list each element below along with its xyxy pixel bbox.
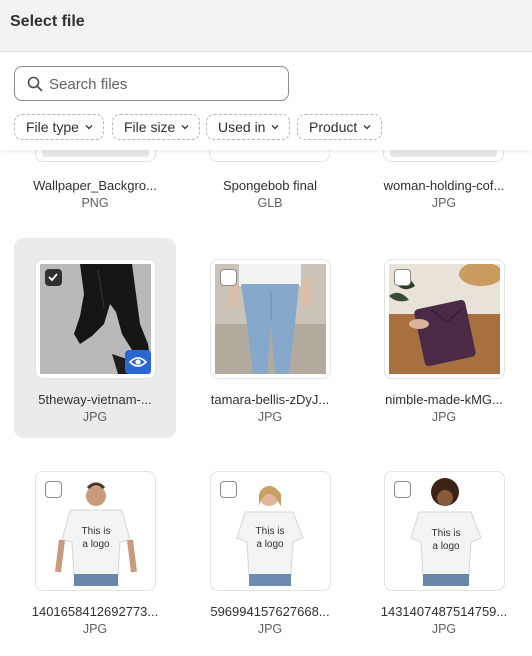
file-type: JPG — [431, 196, 457, 210]
file-checkbox[interactable] — [394, 269, 411, 286]
search-input[interactable] — [49, 73, 279, 95]
file-thumbnail[interactable]: This is a logo — [210, 471, 331, 591]
file-type: JPG — [82, 410, 108, 424]
file-name[interactable]: 1401658412692773... — [14, 604, 176, 619]
file-thumbnail[interactable] — [35, 150, 156, 162]
filter-label: Used in — [218, 119, 266, 135]
file-item[interactable]: This is a logo 1401658412692773... JPG — [14, 450, 176, 650]
filter-label: File size — [124, 119, 176, 135]
file-checkbox[interactable] — [45, 481, 62, 498]
file-checkbox[interactable] — [45, 269, 62, 286]
file-type: JPG — [257, 622, 283, 636]
tshirt-text: This is — [82, 526, 111, 537]
modal-title: Select file — [10, 13, 85, 30]
file-name[interactable]: nimble-made-kMG... — [363, 392, 525, 407]
filter-used-in[interactable]: Used in — [206, 114, 291, 140]
file-name[interactable]: Wallpaper_Backgro... — [14, 178, 176, 193]
file-checkbox[interactable] — [220, 269, 237, 286]
file-grid[interactable]: Wallpaper_Backgro... PNG Spongebob final… — [0, 150, 532, 656]
file-checkbox[interactable] — [394, 481, 411, 498]
file-thumbnail[interactable] — [35, 259, 156, 379]
file-thumbnail[interactable] — [210, 259, 331, 379]
file-thumbnail[interactable]: This is a logo — [35, 471, 156, 591]
file-name[interactable]: Spongebob final — [189, 178, 351, 193]
search-icon — [27, 76, 43, 92]
file-item[interactable]: 5theway-vietnam-... JPG — [14, 238, 176, 438]
file-name[interactable]: 5theway-vietnam-... — [14, 392, 176, 407]
search-box[interactable] — [14, 66, 289, 101]
file-item[interactable]: tamara-bellis-zDyJ... JPG — [189, 238, 351, 438]
file-thumbnail[interactable] — [383, 150, 504, 162]
toolbar: File type File size Used in Product — [0, 52, 532, 150]
filter-file-size[interactable]: File size — [112, 114, 201, 140]
filter-file-type[interactable]: File type — [14, 114, 104, 140]
file-name[interactable]: 1431407487514759... — [363, 604, 525, 619]
file-type: PNG — [81, 196, 109, 210]
preview-button[interactable] — [125, 350, 151, 374]
file-item[interactable]: This is a logo 1431407487514759... JPG — [363, 450, 525, 650]
chevron-down-icon — [85, 125, 93, 130]
file-name[interactable]: woman-holding-cof... — [363, 178, 525, 193]
file-type: JPG — [82, 622, 108, 636]
chevron-down-icon — [272, 125, 279, 130]
file-name[interactable]: tamara-bellis-zDyJ... — [189, 392, 351, 407]
chevron-down-icon — [181, 125, 189, 130]
file-type: JPG — [257, 410, 283, 424]
file-item[interactable]: This is a logo 596994157627668... JPG — [189, 450, 351, 650]
check-icon — [48, 273, 58, 282]
file-thumbnail[interactable] — [209, 150, 330, 162]
modal-header: Select file — [0, 0, 532, 52]
file-type: GLB — [257, 196, 283, 210]
filter-label: Product — [309, 119, 358, 135]
eye-icon — [128, 357, 148, 367]
filter-label: File type — [26, 119, 79, 135]
tshirt-text: This is — [256, 526, 285, 537]
tshirt-text: This is — [432, 528, 461, 539]
tshirt-text: a logo — [82, 539, 110, 550]
file-checkbox[interactable] — [220, 481, 237, 498]
tshirt-text: a logo — [432, 541, 460, 552]
file-thumbnail[interactable] — [384, 259, 505, 379]
file-type: JPG — [431, 622, 457, 636]
file-thumbnail[interactable]: This is a logo — [384, 471, 505, 591]
chevron-down-icon — [363, 125, 371, 130]
filter-product[interactable]: Product — [297, 114, 383, 140]
file-name[interactable]: 596994157627668... — [189, 604, 351, 619]
tshirt-text: a logo — [256, 539, 284, 550]
file-item[interactable]: nimble-made-kMG... JPG — [363, 238, 525, 438]
file-type: JPG — [431, 410, 457, 424]
